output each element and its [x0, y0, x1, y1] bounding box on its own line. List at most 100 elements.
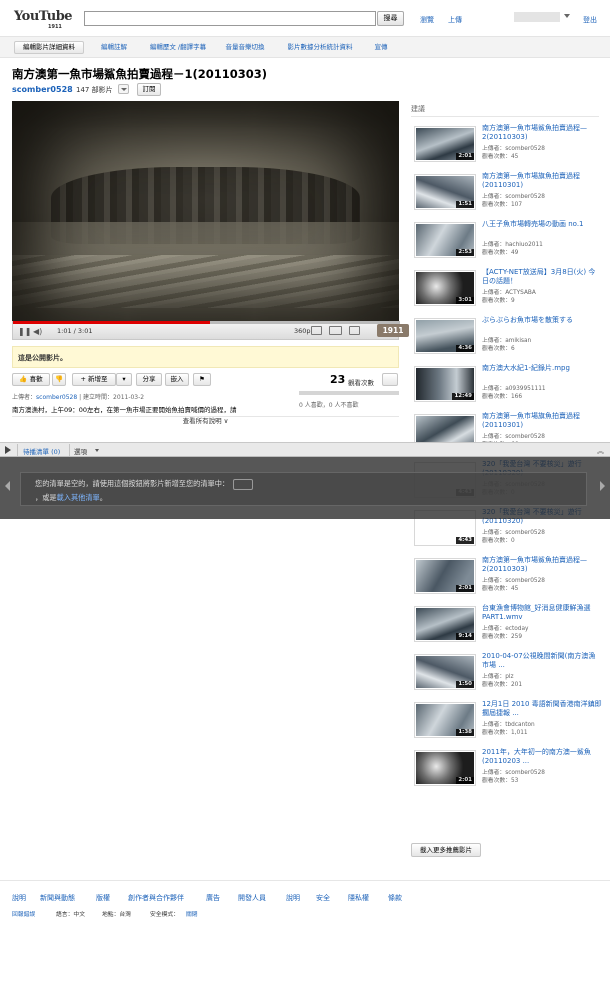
- fullscreen-icon[interactable]: [349, 326, 360, 335]
- audio-swap-button[interactable]: 音量音樂切換: [220, 41, 270, 54]
- show-more-description[interactable]: 查看所有說明 ∨: [12, 416, 399, 426]
- suggestion-thumbnail[interactable]: 12:49: [414, 366, 476, 402]
- browse-link[interactable]: 瀏覽: [420, 15, 434, 25]
- footer-link[interactable]: 版權: [96, 893, 110, 903]
- footer-link[interactable]: 條款: [388, 893, 402, 903]
- suggestion-item[interactable]: 1:51 南方澳第一魚市場旗魚拍賣過程(20110301) 上傳者：scomber0…: [414, 172, 602, 216]
- suggestion-thumbnail[interactable]: 1:38: [414, 702, 476, 738]
- channel-link[interactable]: scomber0528: [12, 85, 73, 94]
- duration-badge: 2:01: [456, 585, 474, 592]
- play-playlist-icon[interactable]: [5, 446, 11, 454]
- footer-link[interactable]: 安全: [316, 893, 330, 903]
- suggestion-item[interactable]: 2:01 2011年，大年初一的南方澳一鯊魚(20110203 ... 上傳者：sc…: [414, 748, 602, 792]
- location-setting[interactable]: 地點：台灣: [102, 909, 131, 918]
- suggestion-title[interactable]: ぶらぶらお魚市場を散策する: [482, 316, 602, 325]
- video-player[interactable]: [12, 101, 399, 321]
- edit-annotations-button[interactable]: 編輯註解: [94, 41, 134, 54]
- suggestion-thumbnail[interactable]: 2:01: [414, 558, 476, 594]
- thumbs-up-icon: 👍: [19, 375, 30, 383]
- pause-icon[interactable]: ❚❚: [18, 327, 31, 336]
- playlist-options[interactable]: 選項: [74, 446, 87, 456]
- suggestion-item[interactable]: 2:01 南方澳第一魚市場鯊魚拍賣過程—2(20110303) 上傳者：scombe…: [414, 556, 602, 600]
- suggestion-item[interactable]: 1:50 2010-04-07公視晚間新聞(南方澳漁市場 ... 上傳者：plz 觀看…: [414, 652, 602, 696]
- suggestion-item[interactable]: 4:36 ぶらぶらお魚市場を散策する 上傳者：amikisan 觀看次數：6: [414, 316, 602, 360]
- channel-expand-icon[interactable]: [118, 84, 129, 94]
- safety-mode-value[interactable]: 關閉: [186, 909, 198, 918]
- dislike-button[interactable]: 👎: [52, 373, 66, 386]
- suggestion-title[interactable]: 台東漁會博物館_好消息健康鮮漁選PART1.wmv: [482, 604, 602, 622]
- suggestion-item[interactable]: 2:53 八王子魚市場轉売場の動画 no.1 上傳者：hachiuo2011 觀看次數…: [414, 220, 602, 264]
- suggestion-views: 觀看次數：166: [482, 394, 523, 400]
- options-caret-icon[interactable]: [95, 449, 99, 452]
- suggestion-thumbnail[interactable]: 4:36: [414, 318, 476, 354]
- suggestion-title[interactable]: 【ACTY-NET放送局】3月8日(火) 今日の話題！: [482, 268, 602, 286]
- stats-chart-icon[interactable]: [382, 373, 398, 386]
- scroll-right-icon[interactable]: [600, 481, 605, 491]
- suggestion-title[interactable]: 南方澳第一魚市場鯊魚拍賣過程—2(20110303): [482, 556, 602, 574]
- load-other-lists-link[interactable]: 載入其他清單: [57, 493, 100, 502]
- logout-link[interactable]: 登出: [583, 15, 597, 25]
- thumbs-down-icon: 👎: [54, 375, 64, 383]
- suggestion-title[interactable]: 南方澳第一魚市場鯊魚拍賣過程—2(20110303): [482, 124, 602, 142]
- large-player-icon[interactable]: [329, 326, 342, 335]
- load-more-suggestions-button[interactable]: 載入更多推薦影片: [411, 843, 481, 857]
- share-button[interactable]: 分享: [136, 373, 162, 386]
- footer-link[interactable]: 創作者與合作夥伴: [128, 893, 184, 903]
- suggestion-title[interactable]: 八王子魚市場轉売場の動画 no.1: [482, 220, 602, 229]
- masthead: YouTube 1911 搜尋 瀏覽 上傳 登出: [0, 0, 610, 36]
- suggestion-title[interactable]: 南方澳大水紀1-紀錄片.mpg: [482, 364, 602, 373]
- like-label: 喜歡: [29, 375, 43, 383]
- add-to-button[interactable]: + 新增至: [72, 373, 116, 386]
- scroll-left-icon[interactable]: [5, 481, 10, 491]
- suggestion-title[interactable]: 南方澳第一魚市場旗魚拍賣過程(20110301): [482, 172, 602, 190]
- uploader-link[interactable]: scomber0528: [36, 394, 77, 401]
- language-setting[interactable]: 語言：中文: [56, 909, 85, 918]
- footer-link[interactable]: 開發人員: [238, 893, 266, 903]
- suggestion-thumbnail[interactable]: 9:14: [414, 606, 476, 642]
- suggestion-item[interactable]: 9:14 台東漁會博物館_好消息健康鮮漁選PART1.wmv 上傳者：ectoday…: [414, 604, 602, 648]
- suggestion-title[interactable]: 2010-04-07公視晚間新聞(南方澳漁市場 ...: [482, 652, 602, 670]
- video-analytics-button[interactable]: 影片數據分析統計資料: [280, 41, 360, 54]
- upload-link[interactable]: 上傳: [448, 15, 462, 25]
- volume-icon[interactable]: ◀): [33, 327, 42, 336]
- queue-label[interactable]: 待播清單 (0): [23, 446, 60, 456]
- flag-button[interactable]: ⚑: [193, 373, 211, 386]
- embed-button[interactable]: 嵌入: [165, 373, 189, 386]
- suggestion-thumbnail[interactable]: 3:01: [414, 270, 476, 306]
- suggestion-thumbnail[interactable]: 2:53: [414, 222, 476, 258]
- edit-video-details-button[interactable]: 編輯影片詳細資料: [14, 41, 84, 54]
- search-input[interactable]: [84, 11, 376, 26]
- user-menu-caret-icon[interactable]: [564, 14, 570, 18]
- footer-link[interactable]: 新聞與動態: [40, 893, 75, 903]
- youtube-logo[interactable]: YouTube 1911: [14, 6, 76, 30]
- edit-captions-button[interactable]: 編輯歷文 /翻譯字幕: [142, 41, 214, 54]
- suggestion-title[interactable]: 南方澳第一魚市場旗魚拍賣過程(20110301): [482, 412, 602, 430]
- suggestion-thumbnail[interactable]: 1:50: [414, 654, 476, 690]
- like-button[interactable]: 👍 喜歡: [12, 373, 50, 386]
- footer-link[interactable]: 廣告: [206, 893, 220, 903]
- footer-link[interactable]: 說明: [12, 893, 26, 903]
- suggestion-item[interactable]: 3:01 【ACTY-NET放送局】3月8日(火) 今日の話題！ 上傳者：ACTYS…: [414, 268, 602, 312]
- suggestion-item[interactable]: 1:38 12月1日 2010 毒語新聞香港南洋鎮即擱屆捷報 ... 上傳者：tbd…: [414, 700, 602, 744]
- suggestion-title[interactable]: 2011年，大年初一的南方澳一鯊魚(20110203 ...: [482, 748, 602, 766]
- search-button[interactable]: 搜尋: [377, 11, 404, 26]
- suggestion-item[interactable]: 2:01 南方澳第一魚市場鯊魚拍賣過程—2(20110303) 上傳者：scombe…: [414, 124, 602, 168]
- promote-button[interactable]: 宣傳: [368, 41, 394, 54]
- progress-bar[interactable]: [13, 321, 400, 324]
- user-name-redacted[interactable]: [514, 12, 560, 22]
- suggestion-thumbnail[interactable]: 2:01: [414, 750, 476, 786]
- subscribe-button[interactable]: 訂閱: [137, 83, 161, 96]
- add-to-dropdown[interactable]: ▾: [116, 373, 132, 386]
- suggestions-divider: [411, 116, 599, 117]
- footer-link[interactable]: 隱私權: [348, 893, 369, 903]
- footer-link[interactable]: 說明: [286, 893, 300, 903]
- suggestion-thumbnail[interactable]: 2:01: [414, 126, 476, 162]
- report-bug-link[interactable]: 回報錯誤: [12, 909, 35, 918]
- suggestion-title[interactable]: 12月1日 2010 毒語新聞香港南洋鎮即擱屆捷報 ...: [482, 700, 602, 718]
- suggestion-thumbnail[interactable]: 1:51: [414, 174, 476, 210]
- collapse-playlist-icon[interactable]: ︽: [597, 446, 604, 456]
- suggestion-item[interactable]: 12:49 南方澳大水紀1-紀錄片.mpg 上傳者：a0939951111 觀看次數：…: [414, 364, 602, 408]
- popout-icon[interactable]: [311, 326, 322, 335]
- quality-selector[interactable]: 360p: [294, 327, 311, 335]
- year-1911-badge[interactable]: 1911: [377, 324, 409, 337]
